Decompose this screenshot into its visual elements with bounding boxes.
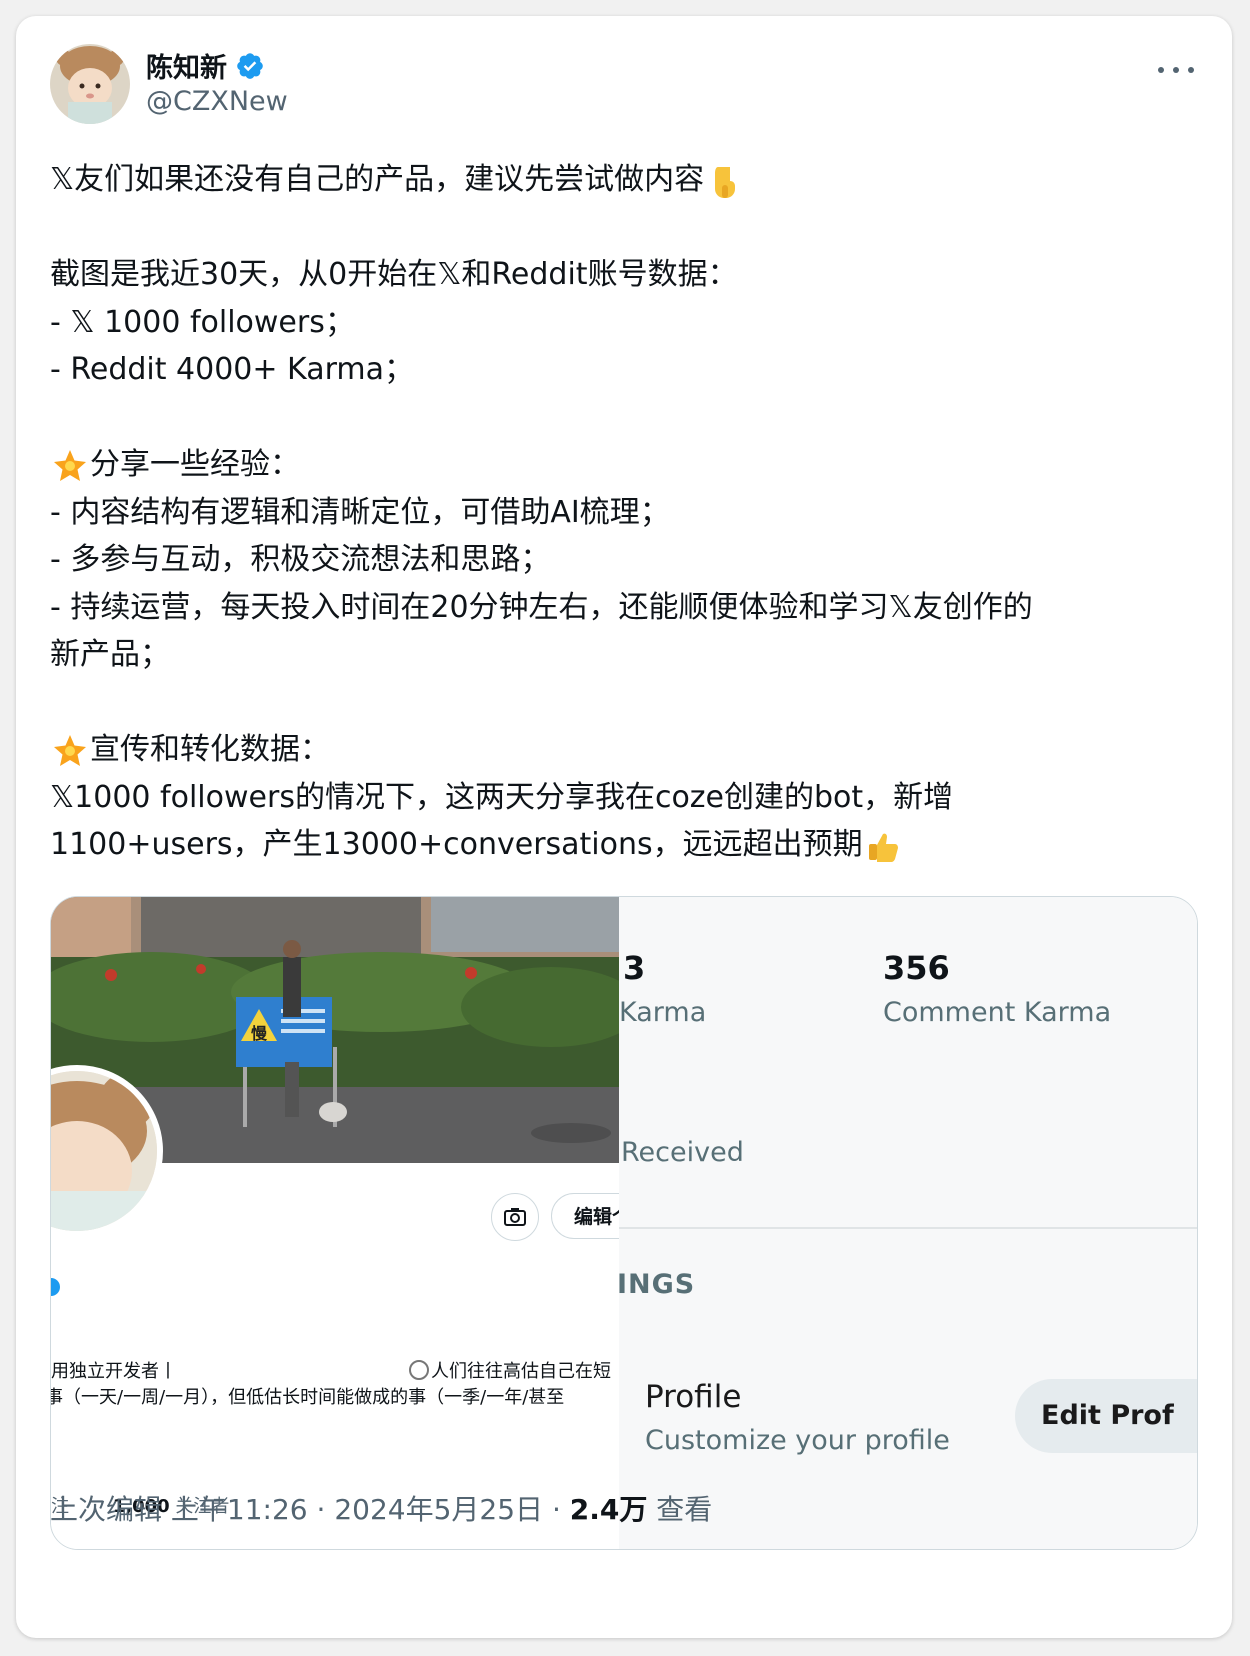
tweet-line: 新产品； [50,637,170,672]
tweet-line: - 多参与互动，积极交流想法和思路； [50,542,551,577]
tweet-line: 𝕏友们如果还没有自己的产品，建议先尝试做内容 [50,156,1180,204]
more-options-icon[interactable] [1158,58,1194,82]
edit-profile-button[interactable]: 编辑个 [551,1193,619,1239]
tweet-meta: 上次编辑 上午11:26 · 2024年5月25日 · 2.4万 查看 [50,1493,713,1526]
reddit-edit-profile-button[interactable]: Edit Prof [1015,1379,1197,1453]
post-karma-number: 3 [623,949,646,987]
bio-text-line2: 事（一天/一周/一月），但低估长时间能做成的事（一季/一年/甚至 [51,1387,565,1408]
bio-text: 用独立开发者丨 [51,1361,177,1382]
bio-text-right: 人们往往高估自己在短 [409,1357,611,1383]
comment-karma-number: 356 [883,949,950,987]
post-karma-label: Karma [619,997,707,1028]
glowing-star-emoji-icon [54,734,86,766]
profile-setting-title: Profile [645,1379,742,1415]
views-label: 查看 [656,1493,713,1526]
sign-text: 慢 [251,1024,268,1043]
tweet-card: 陈知新 @CZXNew 𝕏友们如果还没有自己的产品，建议先尝试做内容 截图是我近… [16,16,1232,1638]
author-avatar[interactable] [50,44,130,124]
verified-badge-fragment-icon [51,1278,60,1296]
profile-setting-subtitle: Customize your profile [645,1425,950,1456]
tweet-text: 𝕏友们如果还没有自己的产品，建议先尝试做内容 截图是我近30天，从0开始在𝕏和R… [50,156,1180,869]
tweet-time[interactable]: 上午11:26 [171,1493,308,1526]
pointing-down-emoji-icon [715,166,736,198]
verified-badge-icon [237,52,263,79]
reddit-profile-screenshot: 3 Karma 356 Comment Karma Received INGS … [619,897,1197,1549]
tweet-line: 𝕏1000 followers的情况下，这两天分享我在coze创建的bot，新增 [50,779,954,815]
x-profile-screenshot: 慢 编辑个 [51,897,619,1549]
camera-icon[interactable] [491,1193,539,1241]
tweet-line: 1100+users，产生13000+conversations，远远超出预期 [50,821,1180,869]
author-handle[interactable]: @CZXNew [146,86,288,117]
tweet-line: 截图是我近30天，从0开始在𝕏和Reddit账号数据： [50,257,738,292]
tweet-media-image[interactable]: 慢 编辑个 [50,896,1198,1550]
tweet-line: - 持续运营，每天投入时间在20分钟左右，还能顺便体验和学习𝕏友创作的 [50,589,1033,625]
settings-heading: INGS [619,1269,696,1300]
tweet-line: - 𝕏 1000 followers； [50,304,355,340]
tweet-line: - 内容结构有逻辑和清晰定位，可借助AI梳理； [50,494,670,530]
tweet-line: 宣传和转化数据： [50,726,1180,774]
tweet-date[interactable]: 2024年5月25日 [334,1493,543,1526]
author-display-name[interactable]: 陈知新 [146,46,227,85]
received-label: Received [621,1137,744,1168]
author-name-row: 陈知新 [146,46,265,85]
clock-icon [409,1360,429,1380]
tweet-line: 分享一些经验： [50,441,1180,489]
thumbs-up-emoji-icon [868,833,898,862]
glowing-star-emoji-icon [54,449,86,481]
views-count: 2.4万 [569,1493,648,1526]
tweet-line: - Reddit 4000+ Karma； [50,352,414,387]
comment-karma-label: Comment Karma [883,997,1112,1028]
edited-label[interactable]: 上次编辑 [50,1493,162,1526]
divider [619,1227,1197,1229]
